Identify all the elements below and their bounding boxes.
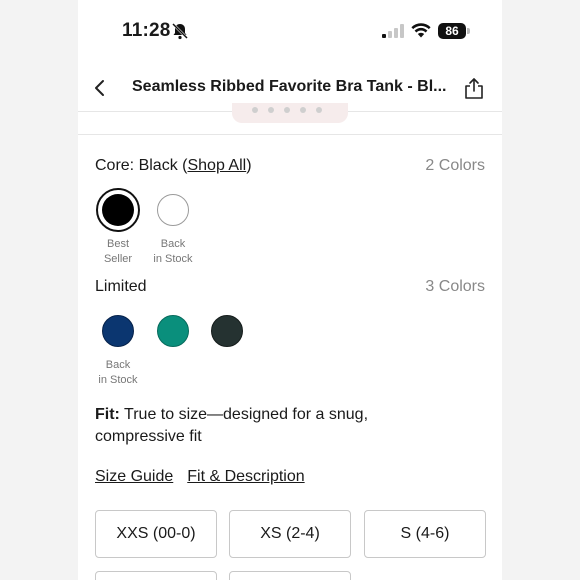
image-carousel-dots[interactable] <box>232 103 348 123</box>
carousel-dot[interactable] <box>316 107 322 113</box>
carousel-dot[interactable] <box>300 107 306 113</box>
size-button-xs[interactable]: XS (2-4) <box>229 510 351 558</box>
swatch-teal[interactable] <box>157 315 189 347</box>
size-button-s[interactable]: S (4-6) <box>364 510 486 558</box>
shop-all-link[interactable]: Shop All <box>187 157 246 174</box>
swatch-white[interactable] <box>157 194 189 226</box>
battery-indicator: 86 <box>438 23 466 39</box>
size-button[interactable] <box>95 571 217 580</box>
background-left <box>0 0 78 580</box>
size-button[interactable] <box>229 571 351 580</box>
limited-color-count: 3 Colors <box>425 278 485 295</box>
bell-muted-icon <box>172 23 188 40</box>
core-color-count: 2 Colors <box>425 157 485 174</box>
caption-line: in Stock <box>98 374 138 386</box>
core-label-text: Core: Black ( <box>95 157 188 174</box>
caption-line: Back <box>160 238 186 250</box>
background-right <box>502 0 580 580</box>
swatch-black[interactable] <box>102 194 134 226</box>
fit-description-link[interactable]: Fit & Description <box>187 468 304 485</box>
carousel-dot[interactable] <box>268 107 274 113</box>
swatch-caption: Back in Stock <box>143 237 203 267</box>
limited-color-label: Limited <box>95 278 147 295</box>
cellular-signal-icon <box>382 24 404 38</box>
caption-line: Seller <box>103 253 133 265</box>
back-chevron-icon[interactable] <box>92 78 108 98</box>
core-color-label: Core: Black (Shop All) <box>95 157 252 175</box>
fit-label: Fit: <box>95 406 120 423</box>
phone-screen: 11:28 86 Seamless Ribbed Favorite Bra Ta… <box>78 0 502 580</box>
caption-line: in Stock <box>153 253 193 265</box>
size-button-xxs[interactable]: XXS (00-0) <box>95 510 217 558</box>
caption-line: Best <box>106 238 129 250</box>
carousel-dot[interactable] <box>252 107 258 113</box>
swatch-caption: Back in Stock <box>88 358 148 388</box>
info-links: Size Guide Fit & Description <box>95 468 319 486</box>
battery-tip <box>467 28 470 34</box>
core-label-suffix: ) <box>246 157 252 174</box>
swatch-caption: Best Seller <box>88 237 148 267</box>
caption-line: Back <box>105 359 131 371</box>
fit-description: Fit: True to size—designed for a snug, c… <box>95 404 425 448</box>
swatch-dark-green[interactable] <box>211 315 243 347</box>
page-title: Seamless Ribbed Favorite Bra Tank - Bl..… <box>132 78 447 95</box>
status-time: 11:28 <box>122 20 171 41</box>
share-icon[interactable] <box>464 76 484 100</box>
status-bar: 11:28 86 <box>78 0 502 62</box>
swatch-navy[interactable] <box>102 315 134 347</box>
size-guide-link[interactable]: Size Guide <box>95 468 173 485</box>
wifi-icon <box>411 23 431 38</box>
divider <box>78 134 502 135</box>
fit-text: True to size—designed for a snug, compre… <box>95 406 369 445</box>
carousel-dot[interactable] <box>284 107 290 113</box>
